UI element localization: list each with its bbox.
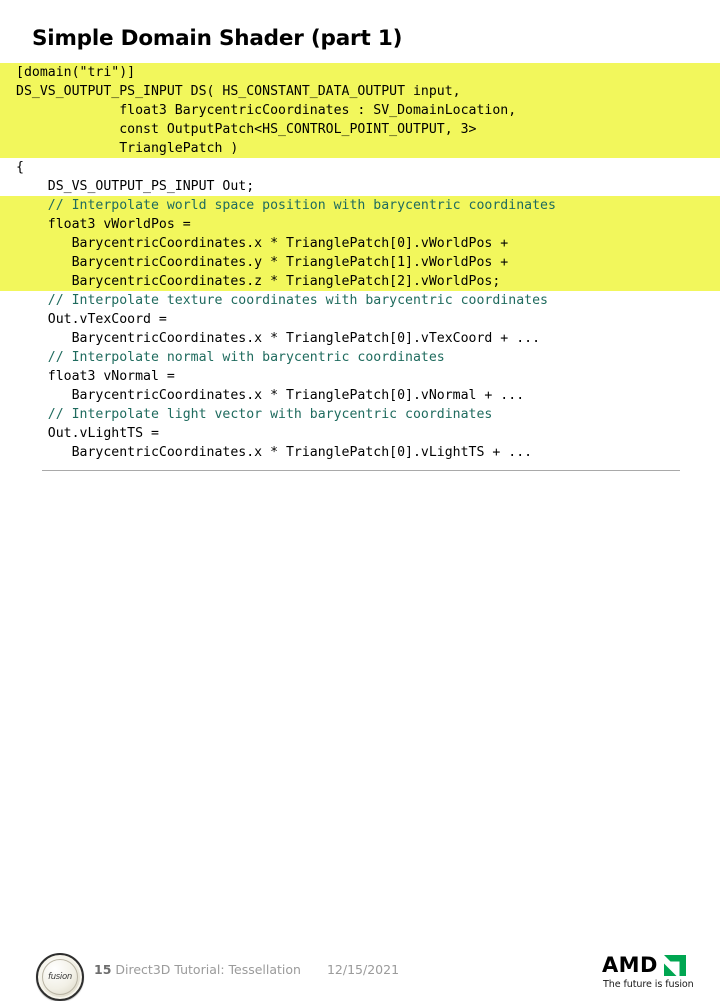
page-title: Simple Domain Shader (part 1) [32,26,403,51]
code-line: float3 vNormal = [16,369,175,384]
code-line: BarycentricCoordinates.z * TrianglePatch… [0,272,720,291]
code-line: const OutputPatch<HS_CONTROL_POINT_OUTPU… [0,120,720,139]
amd-arrow-icon [664,955,686,976]
code-line: { [16,160,24,175]
code-line: TrianglePatch ) [0,139,720,158]
footer-meta: 15 Direct3D Tutorial: Tessellation 12/15/… [94,962,399,977]
code-comment: // Interpolate world space position with… [16,198,556,213]
amd-tagline: The future is fusion [603,979,694,990]
deck-title: Direct3D Tutorial: Tessellation [115,962,301,977]
code-line: float3 BarycentricCoordinates : SV_Domai… [0,101,720,120]
code-line: BarycentricCoordinates.x * TrianglePatch… [16,331,541,346]
code-line: // Interpolate normal with barycentric c… [0,348,720,367]
code-block: [domain("tri")] DS_VS_OUTPUT_PS_INPUT DS(… [0,63,720,462]
code-line: BarycentricCoordinates.x * TrianglePatch… [16,388,525,403]
slide-footer: fusion 15 Direct3D Tutorial: Tessellatio… [0,472,720,1001]
code-line: // Interpolate world space position with… [0,196,720,215]
code-comment: // Interpolate normal with barycentric c… [16,350,445,365]
code-line: BarycentricCoordinates.x * TrianglePatch… [0,234,720,253]
footer-date: 12/15/2021 [326,962,400,977]
code-line: BarycentricCoordinates.x * TrianglePatch… [16,445,533,460]
code-line: // Interpolate texture coordinates with … [0,291,720,310]
fusion-badge-label: fusion [48,972,72,982]
fusion-badge-icon: fusion [36,953,84,1001]
code-line: DS_VS_OUTPUT_PS_INPUT DS( HS_CONSTANT_DA… [0,82,720,101]
code-line: DS_VS_OUTPUT_PS_INPUT Out; [16,179,255,194]
code-line: [domain("tri")] [0,63,720,82]
code-line: Out.vTexCoord = [16,312,167,327]
code-comment: // Interpolate light vector with barycen… [16,407,493,422]
footer-divider [42,470,680,471]
code-line: BarycentricCoordinates.y * TrianglePatch… [0,253,720,272]
code-comment: // Interpolate texture coordinates with … [16,293,548,308]
code-line: // Interpolate light vector with barycen… [0,405,720,424]
code-line: Out.vLightTS = [16,426,159,441]
amd-wordmark: AMD [602,953,658,977]
slide-number: 15 [94,962,112,977]
code-line: float3 vWorldPos = [0,215,720,234]
amd-logo: AMD The future is fusion [602,954,698,996]
